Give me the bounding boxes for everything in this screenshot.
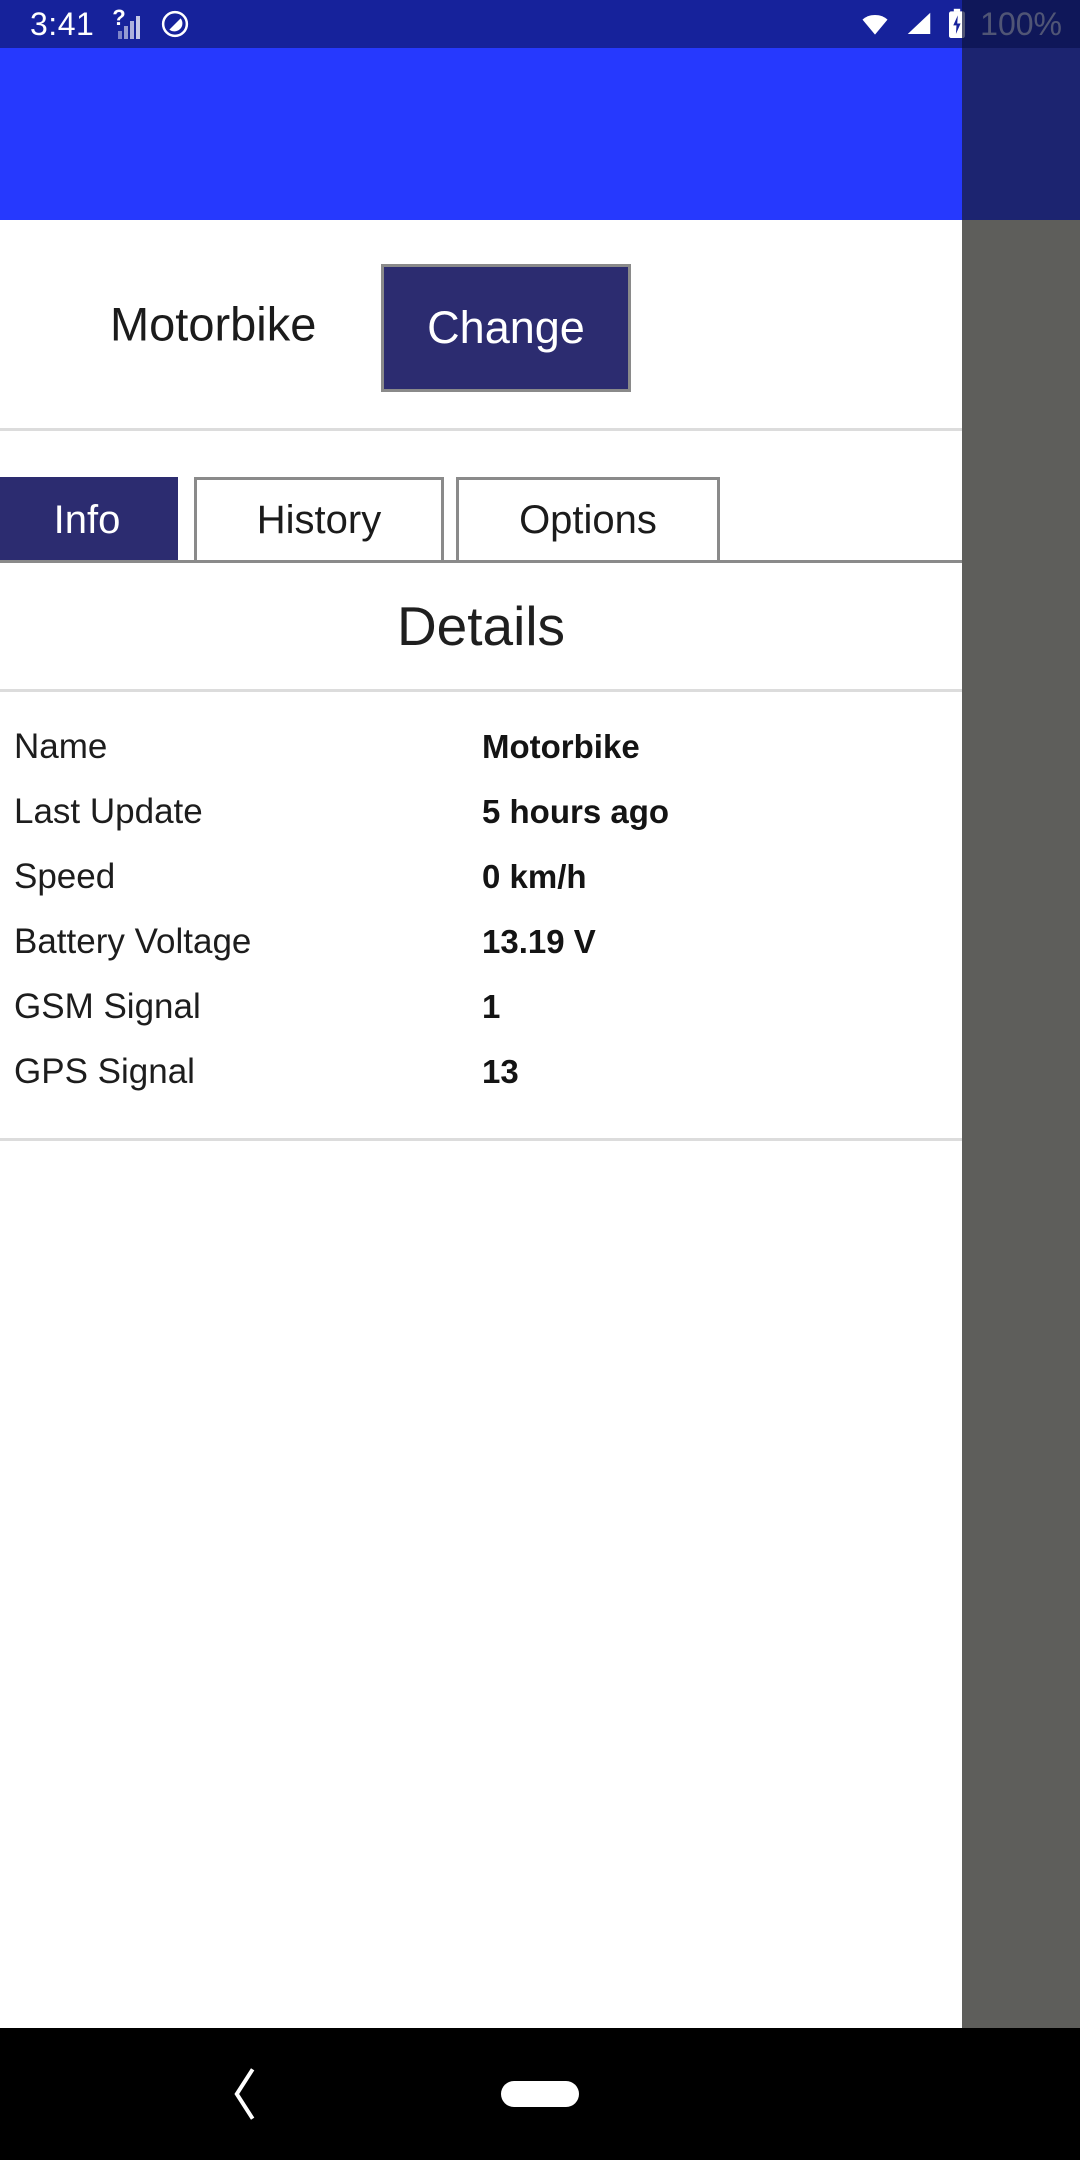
home-pill-icon[interactable] (501, 2081, 579, 2107)
tab-history[interactable]: History (194, 477, 444, 563)
tab-bar: Info History Options (0, 431, 962, 563)
row-key: Speed (14, 856, 116, 896)
screen-root: 3:41 ? Motorbike Change Info History Opt… (0, 0, 1080, 2160)
app-window: Motorbike Change Info History Options De… (0, 48, 962, 2028)
row-key: Last Update (14, 791, 203, 831)
row-value: 1 (482, 987, 501, 1025)
table-row: Speed 0 km/h (0, 844, 962, 909)
device-title-row: Motorbike Change (0, 220, 962, 428)
row-value: Motorbike (482, 727, 640, 765)
status-bar: 3:41 ? (0, 0, 1080, 48)
device-name-label: Motorbike (110, 297, 317, 351)
side-panel-dark (962, 48, 1080, 220)
change-device-button[interactable]: Change (381, 264, 631, 392)
sim-unknown-signal-icon: ? (112, 7, 142, 39)
row-key: GSM Signal (14, 986, 201, 1026)
row-value: 5 hours ago (482, 792, 670, 830)
wifi-icon (858, 9, 892, 39)
table-row: Name Motorbike (0, 714, 962, 779)
tab-info[interactable]: Info (0, 477, 178, 563)
details-heading: Details (0, 563, 962, 689)
status-bar-left-group: 3:41 ? (30, 6, 190, 42)
app-header-bar (0, 48, 962, 220)
details-table: Name Motorbike Last Update 5 hours ago S… (0, 692, 962, 1138)
row-value: 13 (482, 1052, 519, 1090)
table-row: GPS Signal 13 (0, 1039, 962, 1104)
cellular-signal-icon (904, 9, 934, 39)
row-key: Name (14, 726, 108, 766)
row-value: 13.19 V (482, 922, 596, 960)
table-row: Battery Voltage 13.19 V (0, 909, 962, 974)
table-row: Last Update 5 hours ago (0, 779, 962, 844)
row-key: Battery Voltage (14, 921, 252, 961)
do-not-disturb-icon (160, 9, 190, 39)
side-panel-scrim (962, 220, 1080, 2028)
row-value: 0 km/h (482, 857, 587, 895)
tab-options[interactable]: Options (456, 477, 720, 563)
table-row: GSM Signal 1 (0, 974, 962, 1039)
row-key: GPS Signal (14, 1051, 195, 1091)
chevron-left-icon[interactable] (210, 2059, 280, 2129)
status-bar-clock: 3:41 (30, 6, 95, 42)
status-bar-dim-overlay (962, 0, 1080, 48)
content-empty-area (0, 1141, 962, 1901)
tab-bar-underline (0, 560, 962, 563)
system-navigation-bar (0, 2028, 1080, 2160)
